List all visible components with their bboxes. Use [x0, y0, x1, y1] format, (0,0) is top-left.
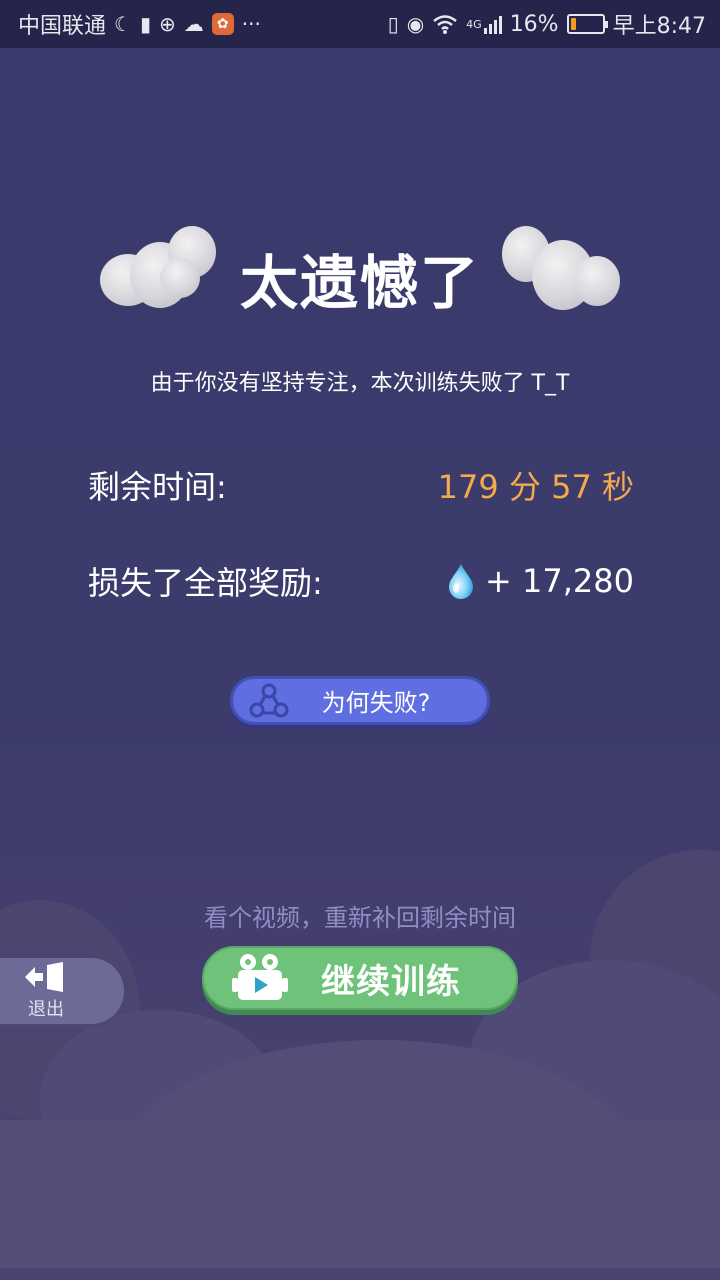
vibrate-icon: ▯	[387, 12, 399, 36]
video-camera-icon	[232, 954, 288, 1000]
status-time: 早上8:47	[612, 14, 706, 39]
remaining-time-value: 179 分 57 秒	[437, 468, 634, 506]
uc-browser-icon: ✿	[211, 13, 234, 35]
alert-icon: ▮	[139, 12, 151, 36]
sync-icon: ⊕	[158, 12, 176, 36]
status-bar: 中国联通 ☾ ▮ ⊕ ☁ ✿ ··· ▯ ◉ 4G 16% 早上8:47	[0, 0, 720, 48]
result-subtitle: 由于你没有坚持专注，本次训练失败了 T_T	[150, 371, 570, 396]
video-hint: 看个视频，重新补回剩余时间	[204, 904, 516, 932]
network-type: 4G	[466, 18, 482, 31]
continue-training-button[interactable]: 继续训练	[202, 946, 518, 1010]
carrier-name: 中国联通	[18, 14, 107, 39]
exit-button[interactable]: 退出	[0, 958, 124, 1024]
eye-icon: ◉	[406, 12, 425, 36]
bg-ground	[0, 1120, 720, 1280]
status-right: ▯ ◉ 4G 16% 早上8:47	[388, 8, 706, 40]
lost-reward-label: 损失了全部奖励:	[88, 564, 323, 602]
why-failed-label: 为何失败?	[321, 689, 431, 717]
why-failed-button[interactable]: 为何失败?	[230, 676, 490, 725]
failure-screen: 中国联通 ☾ ▮ ⊕ ☁ ✿ ··· ▯ ◉ 4G 16% 早上8:47 太遗憾…	[0, 0, 720, 1280]
right-cloud-icon	[502, 222, 622, 312]
connections-icon	[249, 683, 289, 717]
remaining-time-label: 剩余时间:	[88, 468, 227, 506]
water-drop-icon	[449, 564, 474, 599]
moon-icon: ☾	[114, 12, 132, 36]
more-dots-icon: ···	[241, 12, 261, 36]
battery-icon	[566, 14, 608, 34]
battery-percent: 16%	[509, 11, 559, 37]
title-row: 太遗憾了	[0, 218, 720, 328]
lost-reward: + 17,280	[447, 562, 634, 600]
status-left: 中国联通 ☾ ▮ ⊕ ☁ ✿ ···	[18, 8, 261, 40]
cloud-icon: ☁	[183, 12, 204, 36]
signal-icon	[483, 14, 502, 34]
remaining-time-row: 剩余时间: 179 分 57 秒	[88, 462, 634, 508]
exit-door-icon	[25, 962, 63, 992]
exit-label: 退出	[28, 999, 64, 1020]
wifi-icon	[433, 15, 457, 34]
lost-reward-value: + 17,280	[485, 562, 634, 600]
continue-training-label: 继续训练	[321, 961, 461, 1002]
bottom-bar	[0, 1268, 720, 1280]
battery-fill	[570, 18, 576, 30]
lost-reward-row: 损失了全部奖励: + 17,280	[88, 558, 634, 604]
